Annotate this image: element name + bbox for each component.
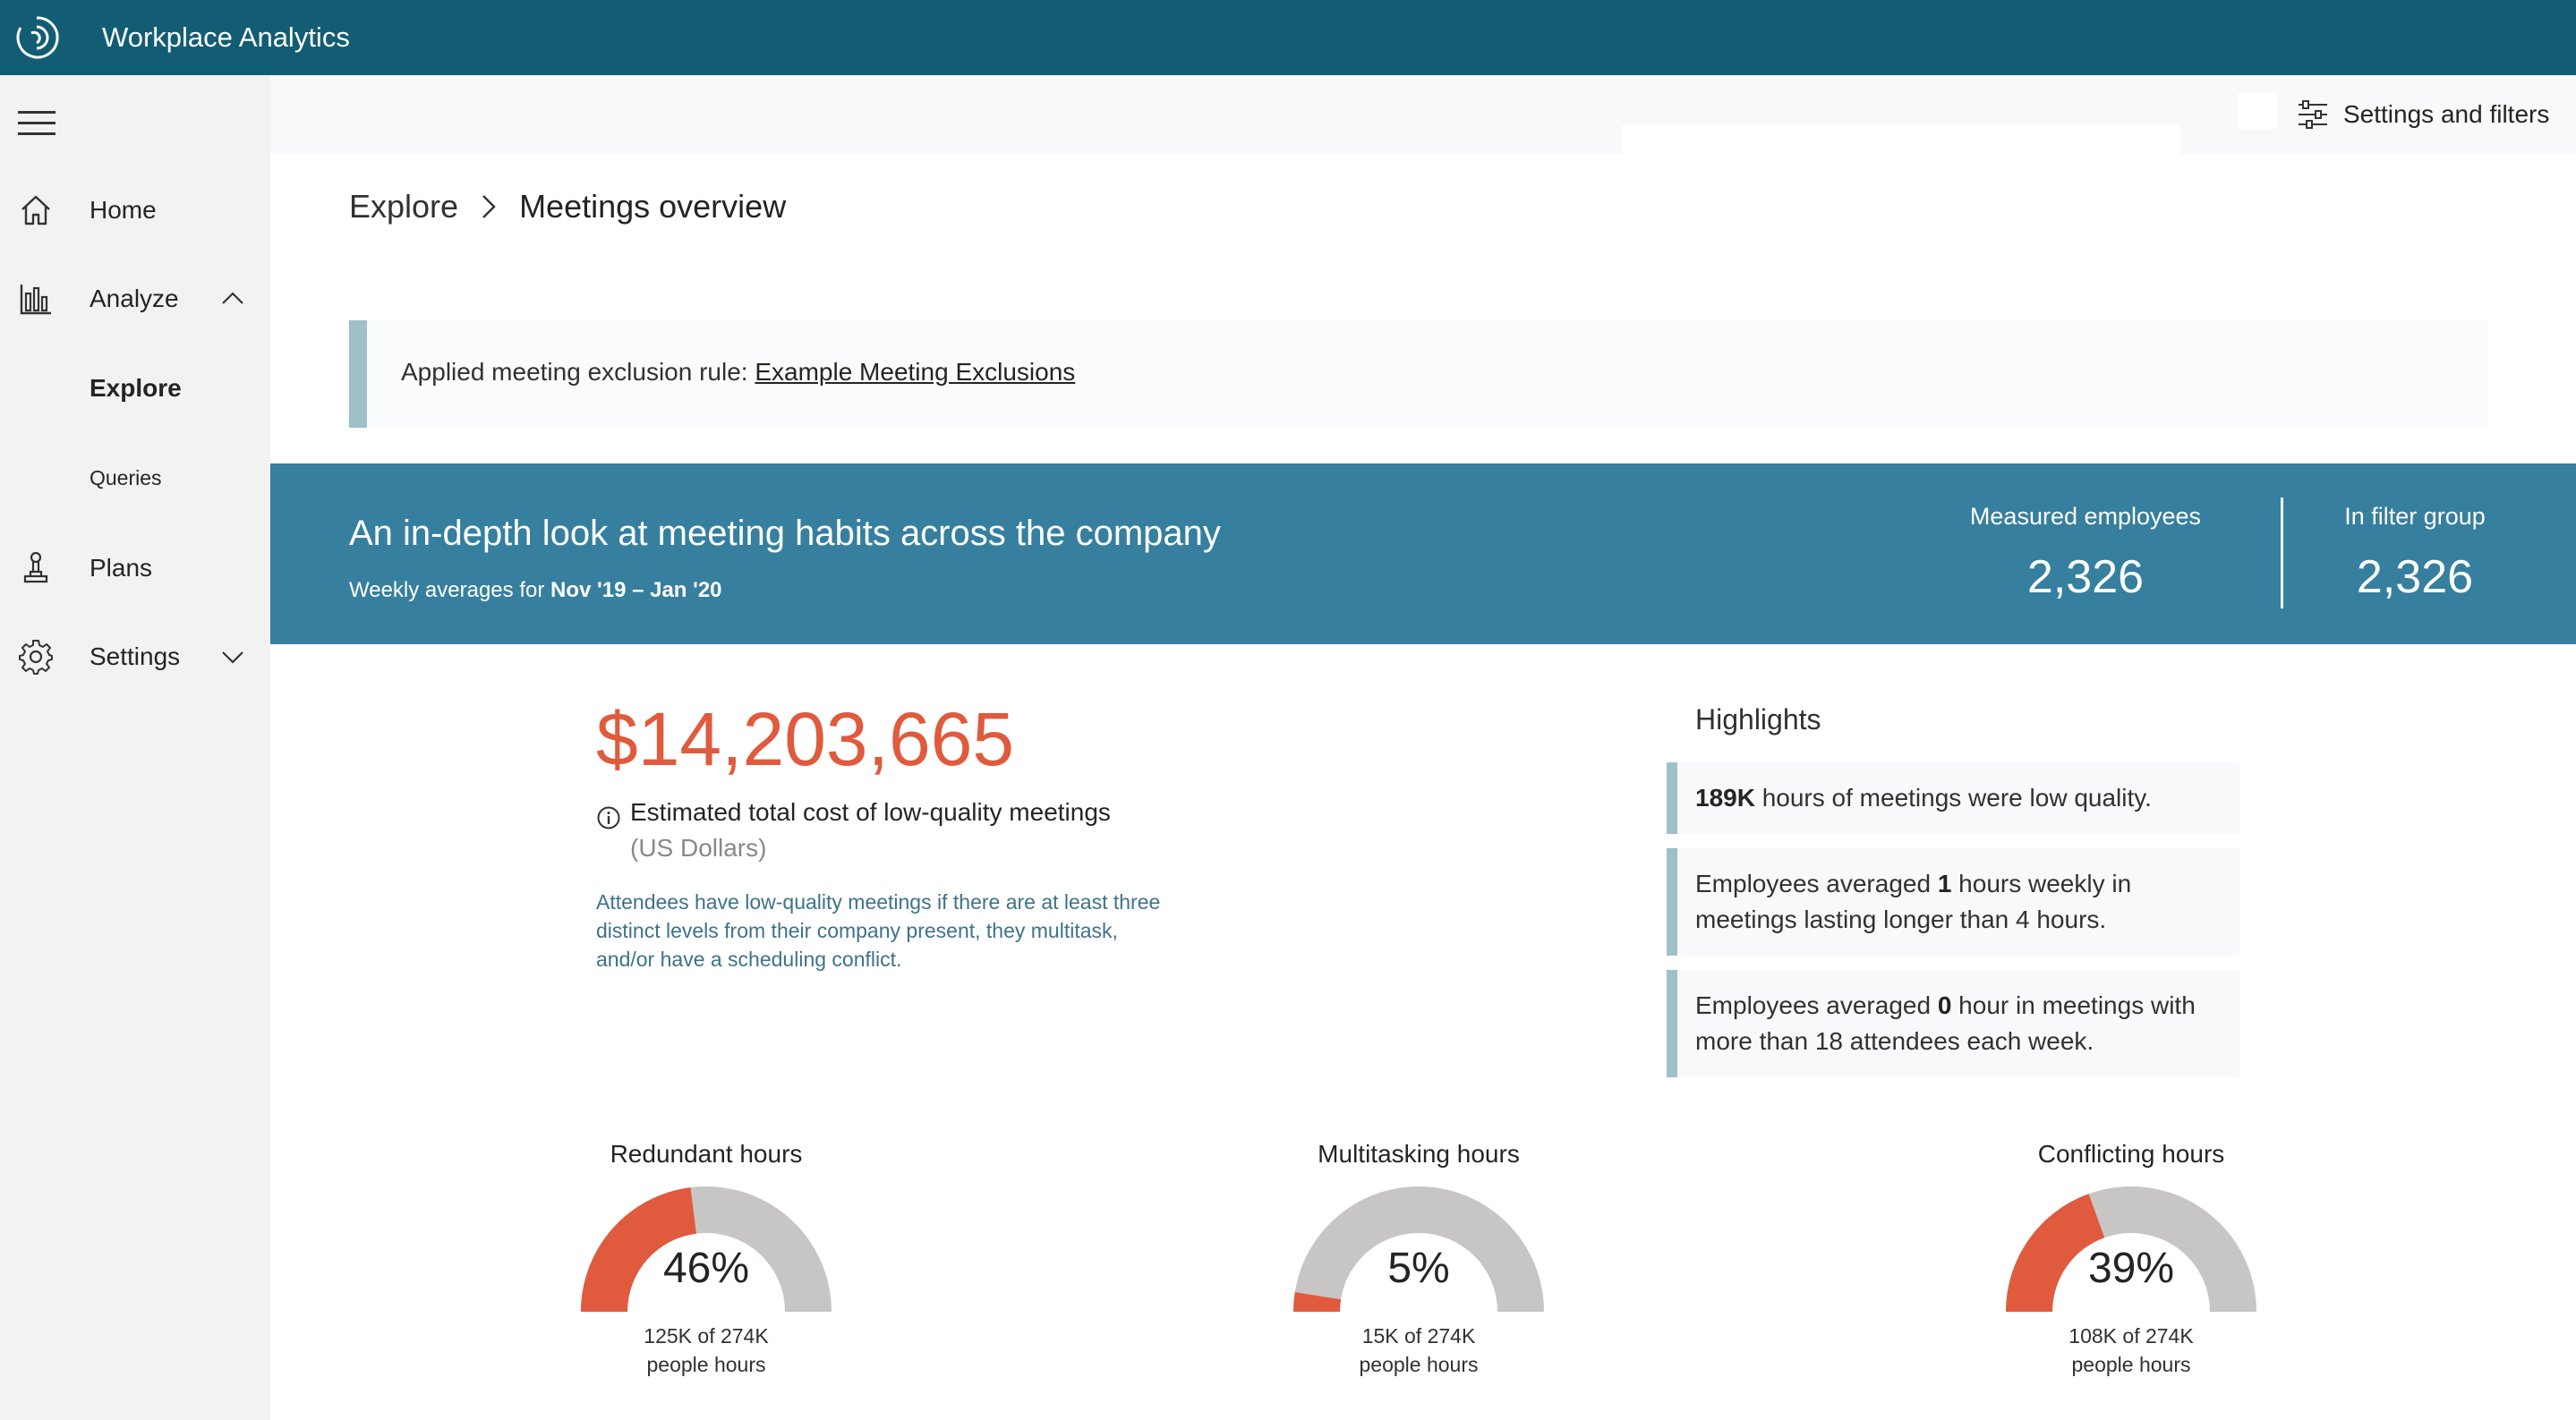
summary-banner: An in-depth look at meeting habits acros… [270,463,2576,644]
highlight-text: Employees averaged 0 hour in meetings wi… [1695,991,2196,1055]
total-cost-label: Estimated total cost of low-quality meet… [630,798,1111,826]
highlight-accent-bar [1667,970,1677,1077]
gear-icon [16,637,55,676]
highlights-title: Highlights [1695,703,1821,736]
banner-subtitle: Weekly averages for Nov '19 – Jan '20 [349,578,722,603]
gauge-title: Conflicting hours [2037,1140,2225,1168]
gauge-detail: 15K of 274K [1361,1324,1476,1348]
banner-date-range: Nov '19 – Jan '20 [550,578,722,602]
app-title: Workplace Analytics [102,21,350,53]
info-icon[interactable] [596,805,621,830]
chevron-right-icon [478,191,499,223]
stat-measured-employees: Measured employees 2,326 [1969,503,2202,604]
highlight-card: Employees averaged 0 hour in meetings wi… [1667,970,2239,1077]
bar-chart-icon [16,279,55,319]
nav-item-plans[interactable]: Plans [0,537,270,599]
gauge-detail: 108K of 274K [2068,1324,2194,1348]
stat-label: Measured employees [1969,503,2202,530]
toolbar-placeholder [2238,93,2277,129]
nav-item-settings[interactable]: Settings [0,625,270,688]
plans-icon [16,548,55,588]
notice-text: Applied meeting exclusion rule: Example … [401,358,1075,387]
gauge-unit: people hours [2071,1353,2191,1376]
chevron-up-icon[interactable] [218,285,247,313]
highlight-text: 189K hours of meetings were low quality. [1695,784,2152,812]
banner-sub-prefix: Weekly averages for [349,578,545,602]
gauge-conflicting-hours: Conflicting hours 39% 108K of 274K peopl… [1988,1140,2274,1408]
gauge-percent: 39% [2087,1245,2175,1292]
workplace-analytics-logo-icon[interactable] [13,13,61,62]
total-cost-unit: (US Dollars) [630,834,767,862]
gauge-title: Multitasking hours [1318,1140,1520,1168]
left-nav: Home Analyze Explore Queries Plans Setti… [0,75,270,1420]
nav-item-label: Settings [90,642,181,670]
nav-subitem-explore[interactable]: Explore [90,374,182,403]
stat-in-filter-group: In filter group 2,326 [2325,503,2504,604]
highlight-card: Employees averaged 1 hours weekly in mee… [1667,848,2239,956]
hamburger-menu-icon[interactable] [18,111,55,141]
nav-item-label: Home [90,196,157,224]
settings-and-filters-button[interactable]: Settings and filters [2297,95,2549,134]
gauge-percent: 5% [1387,1245,1450,1292]
exclusion-rule-link[interactable]: Example Meeting Exclusions [755,358,1075,386]
gauge-unit: people hours [1359,1353,1479,1376]
breadcrumb: Explore Meetings overview [349,188,786,225]
banner-title: An in-depth look at meeting habits acros… [349,514,1221,553]
breadcrumb-explore-link[interactable]: Explore [349,188,458,225]
stat-value: 2,326 [2026,551,2145,603]
stat-value: 2,326 [2356,551,2474,603]
nav-item-label: Analyze [90,285,179,312]
nav-item-home[interactable]: Home [0,179,270,242]
meeting-exclusion-notice: Applied meeting exclusion rule: Example … [349,320,2488,428]
highlight-accent-bar [1667,762,1677,834]
notice-prefix: Applied meeting exclusion rule: [401,358,748,386]
gauge-title: Redundant hours [610,1140,803,1168]
total-cost-description: Attendees have low-quality meetings if t… [596,890,1161,971]
gauge-percent: 46% [662,1245,750,1292]
page-title: Meetings overview [519,188,787,225]
highlight-text: Employees averaged 1 hours weekly in mee… [1695,870,2132,933]
nav-item-analyze[interactable]: Analyze [0,268,270,330]
chevron-down-icon[interactable] [218,642,247,671]
home-icon [16,191,55,230]
total-cost-value: $14,203,665 [596,697,1015,781]
toolbar-strip [270,75,2576,154]
stat-divider [2281,497,2283,608]
toolbar-notch [1622,125,2180,154]
gauge-redundant-hours: Redundant hours 46% 125K of 274K people … [563,1140,849,1408]
highlight-accent-bar [1667,848,1677,956]
settings-and-filters-label: Settings and filters [2343,100,2550,128]
gauge-detail: 125K of 274K [644,1324,769,1348]
gauge-multitasking-hours: Multitasking hours 5% 15K of 274K people… [1275,1140,1562,1408]
app-header: Workplace Analytics [0,0,2576,75]
gauge-unit: people hours [646,1353,766,1376]
highlight-card: 189K hours of meetings were low quality. [1667,762,2239,834]
nav-subitem-queries[interactable]: Queries [90,466,162,490]
stat-label: In filter group [2344,503,2486,530]
nav-item-label: Plans [90,554,153,582]
notice-accent-bar [349,320,367,428]
filter-sliders-icon [2299,100,2327,129]
